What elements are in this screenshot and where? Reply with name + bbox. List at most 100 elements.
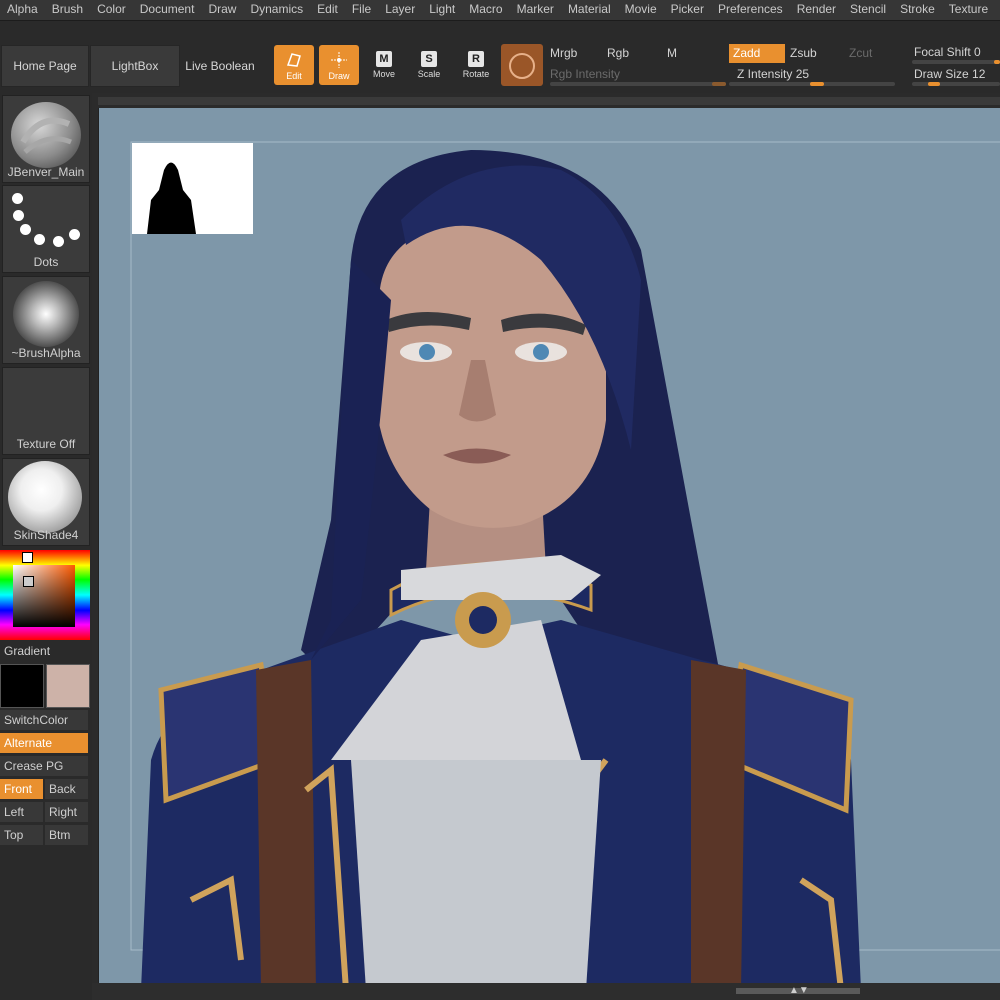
texture-thumbnail[interactable]: Texture Off — [2, 367, 90, 455]
home-page-button[interactable]: Home Page — [1, 45, 89, 87]
move-button[interactable]: M Move — [364, 45, 404, 85]
menu-item-document[interactable]: Document — [133, 0, 202, 20]
scale-button[interactable]: S Scale — [409, 45, 449, 85]
right-view-button[interactable]: Right — [45, 802, 88, 822]
draw-size-value: 12 — [972, 67, 986, 81]
menu-item-movie[interactable]: Movie — [618, 0, 664, 20]
focal-shift-slider[interactable] — [912, 60, 1000, 64]
material-swatch-button[interactable] — [501, 44, 543, 86]
stroke-thumbnail[interactable]: Dots — [2, 185, 90, 273]
menu-item-draw[interactable]: Draw — [201, 0, 243, 20]
menu-item-material[interactable]: Material — [561, 0, 618, 20]
draw-button[interactable]: Draw — [319, 45, 359, 85]
live-boolean-button[interactable]: Live Boolean — [180, 45, 260, 87]
brush-name: JBenver_Main — [7, 165, 85, 179]
color-marker[interactable] — [23, 576, 34, 587]
nav-arrows-icon[interactable]: ▲▼ — [789, 985, 809, 996]
zcut-button[interactable]: Zcut — [849, 46, 872, 60]
canvas-bottom-bar — [92, 983, 1000, 1000]
alpha-name: ~BrushAlpha — [11, 346, 81, 360]
secondary-color-swatch[interactable] — [46, 664, 90, 708]
menu-bar: Alpha Brush Color Document Draw Dynamics Edit F… — [0, 0, 1000, 21]
primary-color-swatch[interactable] — [0, 664, 44, 708]
zsub-button[interactable]: Zsub — [790, 46, 817, 60]
menu-item-marker[interactable]: Marker — [510, 0, 561, 20]
z-intensity-text: Z Intensity — [737, 67, 793, 81]
menu-item-stencil[interactable]: Stencil — [843, 0, 893, 20]
edit-label: Edit — [286, 71, 302, 81]
menu-item-stroke[interactable]: Stroke — [893, 0, 942, 20]
menu-item-brush[interactable]: Brush — [45, 0, 90, 20]
m-button[interactable]: M — [667, 46, 677, 60]
focal-shift-label: Focal Shift 0 — [914, 45, 981, 59]
canvas-top-scrollbar[interactable] — [98, 97, 1000, 105]
stroke-dot — [69, 229, 80, 240]
rgb-button[interactable]: Rgb — [607, 46, 629, 60]
draw-size-slider[interactable] — [912, 82, 1000, 86]
z-intensity-label: Z Intensity 25 — [737, 67, 809, 81]
menu-item-alpha[interactable]: Alpha — [0, 0, 45, 20]
material-name: SkinShade4 — [13, 528, 79, 542]
menu-item-light[interactable]: Light — [422, 0, 462, 20]
focal-shift-value: 0 — [974, 45, 981, 59]
crease-pg-button[interactable]: Crease PG — [0, 756, 88, 776]
gradient-label[interactable]: Gradient — [4, 644, 50, 658]
hue-marker[interactable] — [22, 552, 33, 563]
left-tray: JBenver_Main Dots ~BrushAlpha Texture Of… — [0, 93, 92, 1000]
brush-thumbnail[interactable]: JBenver_Main — [2, 95, 90, 183]
rgb-intensity-slider[interactable] — [550, 82, 726, 86]
move-label: Move — [372, 69, 395, 79]
z-intensity-value: 25 — [795, 67, 810, 81]
back-view-button[interactable]: Back — [45, 779, 88, 799]
front-view-button[interactable]: Front — [0, 779, 43, 799]
draw-size-label: Draw Size 12 — [914, 67, 985, 81]
menu-item-preferences[interactable]: Preferences — [711, 0, 790, 20]
menu-item-picker[interactable]: Picker — [664, 0, 711, 20]
draw-icon — [330, 51, 348, 69]
viewport-canvas[interactable] — [98, 108, 1000, 983]
stroke-dot — [13, 210, 24, 221]
rotate-label: Rotate — [462, 69, 490, 79]
draw-label: Draw — [328, 71, 350, 81]
bottom-view-button[interactable]: Btm — [45, 825, 88, 845]
material-icon — [509, 53, 535, 79]
sculpt-model — [130, 141, 1000, 983]
menu-item-layer[interactable]: Layer — [378, 0, 422, 20]
alpha-preview — [13, 281, 79, 347]
stroke-dot — [12, 193, 23, 204]
stroke-dot — [53, 236, 64, 247]
material-preview — [8, 461, 82, 533]
lightbox-button[interactable]: LightBox — [90, 45, 180, 87]
left-view-button[interactable]: Left — [0, 802, 43, 822]
texture-name: Texture Off — [16, 437, 76, 451]
material-thumbnail[interactable]: SkinShade4 — [2, 458, 90, 546]
top-view-button[interactable]: Top — [0, 825, 43, 845]
menu-item-color[interactable]: Color — [90, 0, 133, 20]
scale-icon: S — [421, 51, 437, 67]
move-icon: M — [376, 51, 392, 67]
zadd-button[interactable]: Zadd — [729, 44, 785, 63]
scale-label: Scale — [417, 69, 441, 79]
mrgb-button[interactable]: Mrgb — [550, 46, 577, 60]
rotate-button[interactable]: R Rotate — [456, 45, 496, 85]
hue-ring[interactable] — [0, 550, 90, 640]
rgb-intensity-label: Rgb Intensity — [550, 67, 621, 81]
edit-icon — [285, 51, 303, 69]
menu-item-edit[interactable]: Edit — [310, 0, 345, 20]
draw-size-text: Draw Size — [914, 67, 969, 81]
alpha-thumbnail[interactable]: ~BrushAlpha — [2, 276, 90, 364]
menu-item-macro[interactable]: Macro — [462, 0, 509, 20]
menu-item-dynamics[interactable]: Dynamics — [243, 0, 310, 20]
alternate-button[interactable]: Alternate — [0, 733, 88, 753]
menu-item-file[interactable]: File — [345, 0, 378, 20]
switch-color-button[interactable]: SwitchColor — [0, 710, 88, 730]
stroke-name: Dots — [33, 255, 59, 269]
rotate-icon: R — [468, 51, 484, 67]
menu-item-texture[interactable]: Texture — [942, 0, 995, 20]
z-intensity-slider[interactable] — [729, 82, 895, 86]
focal-shift-text: Focal Shift — [914, 45, 971, 59]
brush-preview — [11, 102, 81, 168]
menu-item-render[interactable]: Render — [790, 0, 843, 20]
edit-button[interactable]: Edit — [274, 45, 314, 85]
saturation-square[interactable] — [13, 565, 75, 627]
